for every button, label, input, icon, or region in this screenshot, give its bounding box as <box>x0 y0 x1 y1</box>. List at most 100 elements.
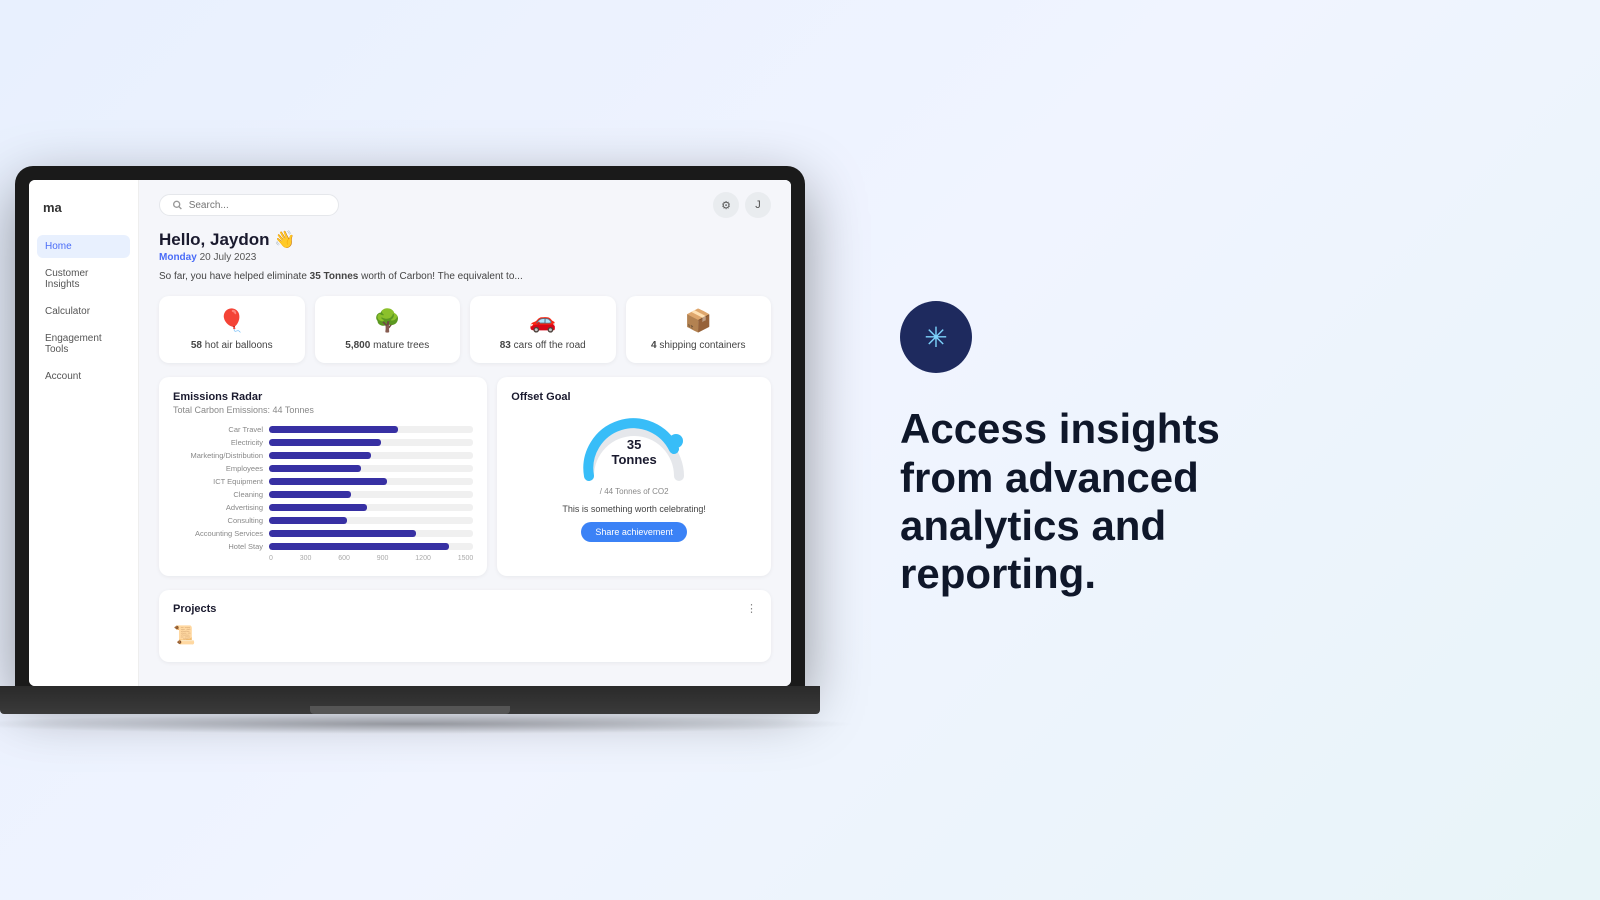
bar-track <box>269 426 473 433</box>
bar-label: ICT Equipment <box>173 477 263 486</box>
balloon-value: 58 hot air balloons <box>169 340 295 351</box>
gauge-container: 35 Tonnes <box>579 411 689 481</box>
user-avatar-btn[interactable]: J <box>745 192 771 218</box>
bar-label: Advertising <box>173 503 263 512</box>
bar-label: Consulting <box>173 516 263 525</box>
bar-fill <box>269 517 347 524</box>
bar-row-car-travel: Car Travel <box>173 425 473 434</box>
bar-fill <box>269 465 361 472</box>
date-label: 20 July 2023 <box>200 252 257 263</box>
container-icon: 📦 <box>636 308 762 334</box>
bar-track <box>269 491 473 498</box>
sidebar-item-home[interactable]: Home <box>37 235 130 258</box>
bar-label: Employees <box>173 464 263 473</box>
emissions-card: Emissions Radar Total Carbon Emissions: … <box>159 377 487 576</box>
bar-chart: Car Travel Electricity Marketing/Distrib… <box>173 425 473 551</box>
bar-label: Car Travel <box>173 425 263 434</box>
bar-axis: 0 300 600 900 1200 1500 <box>173 555 473 562</box>
laptop-screen: ma Home Customer Insights Calculator Eng… <box>15 166 805 686</box>
axis-0: 0 <box>269 555 273 562</box>
emissions-title: Emissions Radar <box>173 391 473 403</box>
laptop-shadow <box>0 714 860 734</box>
settings-icon-btn[interactable]: ⚙ <box>713 192 739 218</box>
gauge-value: 35 Tonnes <box>607 437 662 467</box>
projects-more-icon[interactable]: ⋮ <box>746 602 757 615</box>
tree-icon: 🌳 <box>325 308 451 334</box>
main-content: ⚙ J Hello, Jaydon 👋 Monday 20 July 2023 … <box>139 180 791 686</box>
share-achievement-button[interactable]: Share achievement <box>581 522 687 542</box>
charts-row: Emissions Radar Total Carbon Emissions: … <box>159 377 771 576</box>
bar-row-marketing: Marketing/Distribution <box>173 451 473 460</box>
emissions-subtitle: Total Carbon Emissions: 44 Tonnes <box>173 405 473 415</box>
bar-label: Accounting Services <box>173 529 263 538</box>
stat-card-balloons: 🎈 58 hot air balloons <box>159 296 305 363</box>
top-bar: ⚙ J <box>139 180 791 230</box>
app-window: ma Home Customer Insights Calculator Eng… <box>29 180 791 686</box>
bar-row-hotel: Hotel Stay <box>173 542 473 551</box>
projects-header: Projects ⋮ <box>173 602 757 615</box>
bar-fill <box>269 478 387 485</box>
gauge-center-text: 35 Tonnes <box>607 437 662 467</box>
bar-row-employees: Employees <box>173 464 473 473</box>
trees-value: 5,800 mature trees <box>325 340 451 351</box>
top-bar-right: ⚙ J <box>713 192 771 218</box>
tonnes-value: 35 Tonnes <box>310 271 359 282</box>
containers-value: 4 shipping containers <box>636 340 762 351</box>
bar-track <box>269 439 473 446</box>
bar-track <box>269 465 473 472</box>
bar-label: Marketing/Distribution <box>173 451 263 460</box>
stat-card-cars: 🚗 83 cars off the road <box>470 296 616 363</box>
sidebar-item-account[interactable]: Account <box>37 365 130 388</box>
page-body: Hello, Jaydon 👋 Monday 20 July 2023 So f… <box>139 230 791 682</box>
day-label: Monday <box>159 252 197 263</box>
right-panel: ✳ Access insights from advanced analytic… <box>820 241 1600 658</box>
axis-300: 300 <box>300 555 312 562</box>
sidebar-item-engagement[interactable]: Engagement Tools <box>37 327 130 361</box>
bar-row-consulting: Consulting <box>173 516 473 525</box>
bar-fill <box>269 439 381 446</box>
bar-track <box>269 530 473 537</box>
tagline-text: Access insights from advanced analytics … <box>900 405 1320 598</box>
stats-row: 🎈 58 hot air balloons 🌳 5,800 mature tre… <box>159 296 771 363</box>
projects-card: Projects ⋮ 📜 <box>159 590 771 662</box>
bar-fill <box>269 452 371 459</box>
bar-label: Hotel Stay <box>173 542 263 551</box>
sidebar-logo: ma <box>37 200 130 231</box>
search-bar[interactable] <box>159 194 339 216</box>
celebrate-text: This is something worth celebrating! <box>562 504 706 514</box>
laptop-base <box>0 686 820 714</box>
bar-fill <box>269 491 351 498</box>
axis-1500: 1500 <box>458 555 474 562</box>
bar-track <box>269 504 473 511</box>
bar-row-advertising: Advertising <box>173 503 473 512</box>
bar-fill <box>269 504 367 511</box>
brand-logo-icon: ✳ <box>924 321 947 354</box>
bar-label: Electricity <box>173 438 263 447</box>
sidebar: ma Home Customer Insights Calculator Eng… <box>29 180 139 686</box>
sidebar-item-calculator[interactable]: Calculator <box>37 300 130 323</box>
bar-track <box>269 517 473 524</box>
axis-900: 900 <box>377 555 389 562</box>
bar-fill <box>269 530 416 537</box>
laptop-device: ma Home Customer Insights Calculator Eng… <box>0 0 820 900</box>
project-item: 📜 <box>173 621 757 650</box>
bar-row-accounting: Accounting Services <box>173 529 473 538</box>
brand-icon: ✳ <box>900 301 972 373</box>
stat-card-containers: 📦 4 shipping containers <box>626 296 772 363</box>
bar-track <box>269 452 473 459</box>
axis-600: 600 <box>338 555 350 562</box>
date-line: Monday 20 July 2023 <box>159 252 771 263</box>
search-input[interactable] <box>189 200 326 211</box>
stat-card-trees: 🌳 5,800 mature trees <box>315 296 461 363</box>
projects-title: Projects <box>173 603 216 615</box>
bar-fill <box>269 426 398 433</box>
sidebar-item-customer-insights[interactable]: Customer Insights <box>37 262 130 296</box>
greeting-text: Hello, Jaydon 👋 <box>159 230 771 250</box>
cars-value: 83 cars off the road <box>480 340 606 351</box>
offset-card: Offset Goal <box>497 377 771 576</box>
balloon-icon: 🎈 <box>169 308 295 334</box>
summary-text: So far, you have helped eliminate 35 Ton… <box>159 271 771 282</box>
bar-track <box>269 478 473 485</box>
bar-row-electricity: Electricity <box>173 438 473 447</box>
car-icon: 🚗 <box>480 308 606 334</box>
